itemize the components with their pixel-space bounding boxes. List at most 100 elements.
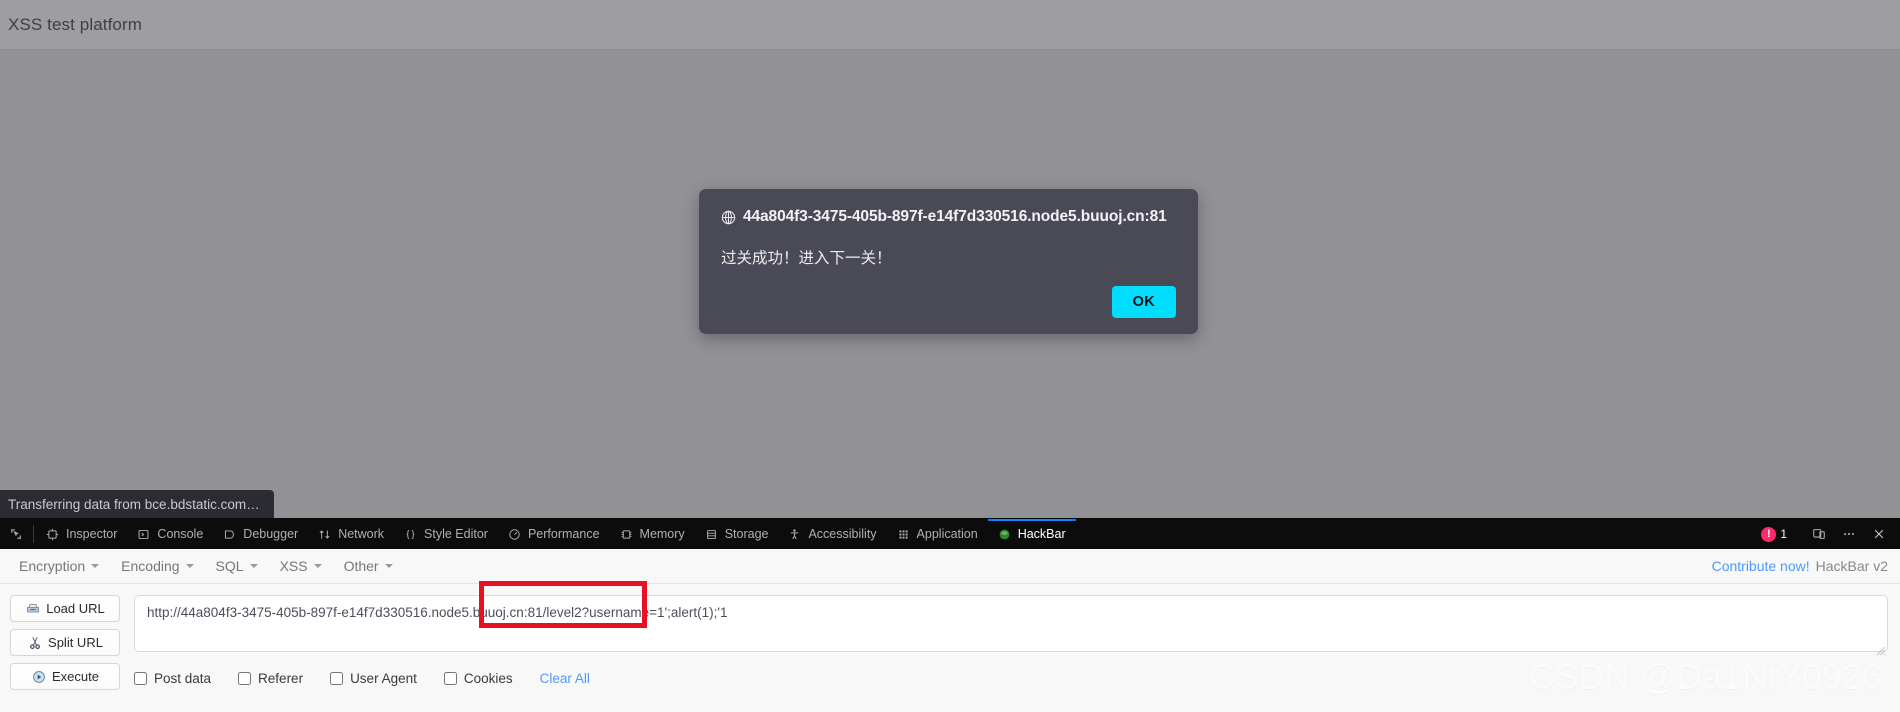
split-url-button[interactable]: Split URL — [10, 629, 120, 656]
menu-label: Encryption — [19, 558, 86, 574]
close-icon[interactable] — [1866, 523, 1892, 545]
menu-label: XSS — [279, 558, 308, 574]
tab-storage[interactable]: Storage — [695, 519, 779, 549]
load-url-icon — [25, 601, 40, 616]
error-icon: ! — [1761, 526, 1777, 542]
network-icon — [318, 527, 332, 541]
checkbox-cookies[interactable]: Cookies — [443, 671, 513, 686]
tab-label: Style Editor — [424, 527, 488, 541]
menu-xss[interactable]: XSS — [269, 554, 333, 578]
checkbox-label: User Agent — [350, 671, 417, 686]
menu-sql[interactable]: SQL — [205, 554, 269, 578]
menu-label: Other — [343, 558, 379, 574]
tab-console[interactable]: Console — [127, 519, 213, 549]
execute-icon — [31, 669, 46, 684]
storage-icon — [705, 527, 719, 541]
checkbox-label: Referer — [258, 671, 304, 686]
tab-hackbar[interactable]: HackBar — [987, 519, 1076, 549]
tab-label: Storage — [724, 527, 769, 541]
checkbox-post-data[interactable]: Post data — [134, 671, 211, 686]
hackbar-menubar: Encryption Encoding SQL XSS Other Contri… — [0, 549, 1900, 584]
tab-application[interactable]: Application — [887, 519, 988, 549]
split-url-icon — [27, 635, 42, 650]
button-label: Split URL — [48, 635, 103, 650]
tab-label: Application — [916, 527, 978, 541]
contribute-link[interactable]: Contribute now! — [1712, 558, 1810, 574]
dialog-title-row: 44a804f3-3475-405b-897f-e14f7d330516.nod… — [721, 208, 1176, 226]
menu-encoding[interactable]: Encoding — [110, 554, 204, 578]
tab-label: Network — [338, 527, 385, 541]
tab-label: Console — [157, 527, 204, 541]
hackbar-panel: Encryption Encoding SQL XSS Other Contri… — [0, 549, 1900, 712]
tab-label: HackBar — [1017, 527, 1066, 541]
url-input[interactable] — [134, 595, 1888, 652]
post-data-checkbox-input[interactable] — [134, 672, 147, 685]
application-icon — [897, 527, 911, 541]
load-url-button[interactable]: Load URL — [10, 595, 120, 622]
hackbar-action-buttons: Load URL Split URL Execute — [10, 595, 120, 690]
console-icon — [137, 527, 151, 541]
devtools-toolbar: Inspector Console Debugger Network Style… — [0, 519, 1900, 549]
tab-label: Inspector — [66, 527, 118, 541]
toolbar-separator — [33, 525, 34, 543]
tab-label: Accessibility — [808, 527, 877, 541]
hackbar-options-row: Post data Referer User Agent Cookies Cle… — [134, 671, 1888, 686]
menu-other[interactable]: Other — [333, 554, 404, 578]
alert-dialog: 44a804f3-3475-405b-897f-e14f7d330516.nod… — [699, 189, 1198, 334]
meatball-menu-icon[interactable] — [1836, 523, 1862, 545]
tab-debugger[interactable]: Debugger — [213, 519, 308, 549]
page-title: XSS test platform — [8, 14, 142, 34]
page-status-bar: Transferring data from bce.bdstatic.com… — [0, 490, 274, 518]
hackbar-menubar-right: Contribute now! HackBar v2 — [1712, 558, 1888, 574]
checkbox-user-agent[interactable]: User Agent — [330, 671, 417, 686]
tab-label: Performance — [527, 527, 600, 541]
dialog-ok-button[interactable]: OK — [1111, 286, 1176, 318]
button-label: Load URL — [46, 601, 105, 616]
hackbar-field-column: Post data Referer User Agent Cookie — [134, 581, 1888, 690]
button-label: Execute — [52, 669, 99, 684]
tab-label: Debugger — [243, 527, 299, 541]
accessibility-icon — [788, 527, 802, 541]
devtools-tab-list: Inspector Console Debugger Network Style… — [36, 519, 1761, 549]
chevron-down-icon — [384, 564, 393, 568]
tab-inspector[interactable]: Inspector — [36, 519, 127, 549]
web-page-viewport: XSS test platform 44a804f3-3475-405b-897… — [0, 0, 1900, 518]
hackbar-version-label: HackBar v2 — [1815, 558, 1888, 574]
menu-encryption[interactable]: Encryption — [8, 554, 110, 578]
execute-button[interactable]: Execute — [10, 663, 120, 690]
dialog-origin: 44a804f3-3475-405b-897f-e14f7d330516.nod… — [743, 208, 1167, 225]
error-count-badge[interactable]: ! 1 — [1761, 526, 1793, 542]
chevron-down-icon — [91, 564, 100, 568]
hackbar-icon — [998, 527, 1012, 541]
clear-all-link[interactable]: Clear All — [540, 671, 590, 686]
checkbox-label: Cookies — [463, 671, 513, 686]
chevron-down-icon — [185, 564, 194, 568]
tab-network[interactable]: Network — [308, 519, 394, 549]
menu-label: SQL — [215, 558, 244, 574]
chevron-down-icon — [249, 564, 258, 568]
checkbox-label: Post data — [154, 671, 212, 686]
tab-style-editor[interactable]: Style Editor — [394, 519, 498, 549]
tab-accessibility[interactable]: Accessibility — [778, 519, 886, 549]
devtools-panel: Inspector Console Debugger Network Style… — [0, 518, 1900, 712]
checkbox-referer[interactable]: Referer — [238, 671, 303, 686]
tab-memory[interactable]: Memory — [610, 519, 695, 549]
element-picker-button[interactable] — [0, 519, 31, 549]
devtools-toolbar-right: ! 1 — [1761, 519, 1900, 549]
globe-icon — [721, 210, 736, 225]
dialog-backdrop: 44a804f3-3475-405b-897f-e14f7d330516.nod… — [0, 50, 1900, 518]
page-header: XSS test platform — [0, 0, 1900, 50]
hackbar-main: Load URL Split URL Execute http://44a804… — [0, 581, 1900, 690]
url-input-wrapper — [134, 581, 1888, 657]
status-bar-text: Transferring data from bce.bdstatic.com… — [8, 496, 260, 512]
referer-checkbox-input[interactable] — [238, 672, 252, 685]
dialog-footer: OK — [1111, 286, 1176, 318]
tab-performance[interactable]: Performance — [498, 519, 610, 549]
cookies-checkbox-input[interactable] — [443, 672, 457, 685]
memory-icon — [620, 527, 634, 541]
error-count: 1 — [1780, 527, 1787, 541]
user-agent-checkbox-input[interactable] — [330, 672, 344, 685]
inspector-icon — [46, 527, 60, 541]
dialog-message: 过关成功！进入下一关！ — [721, 250, 892, 267]
responsive-design-mode-icon[interactable] — [1806, 523, 1832, 545]
